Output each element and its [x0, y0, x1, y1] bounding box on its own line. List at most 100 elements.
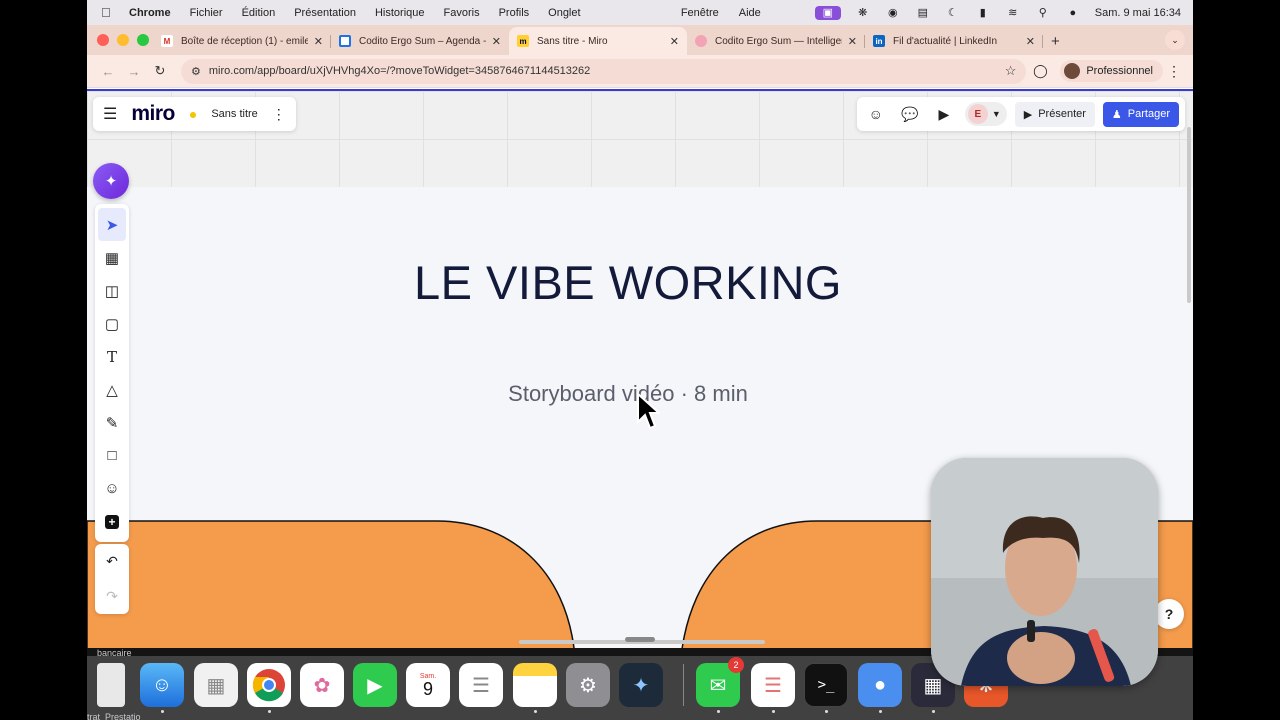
- play-icon: ▶: [1023, 108, 1033, 121]
- menu-fichier[interactable]: Fichier: [190, 7, 223, 19]
- forward-icon[interactable]: →: [121, 64, 147, 79]
- tab-agenda[interactable]: Codito Ergo Sum – Agenda - ✕: [331, 27, 509, 55]
- tab-search-chevron-icon[interactable]: ⌄: [1165, 30, 1185, 50]
- tab-title: Codito Ergo Sum — Intelligen: [715, 35, 842, 47]
- tab-linkedin[interactable]: in Fil d'actualité | LinkedIn ✕: [865, 27, 1043, 55]
- menu-fenetre[interactable]: Fenêtre: [681, 7, 719, 19]
- board-options-icon[interactable]: ⋮: [272, 106, 286, 123]
- clock[interactable]: Sam. 9 mai 16:34: [1095, 7, 1181, 19]
- close-tab-icon[interactable]: ✕: [1026, 35, 1035, 48]
- menu-edition[interactable]: Édition: [242, 7, 276, 19]
- tab-gmail[interactable]: M Boîte de réception (1) - emile ✕: [153, 27, 331, 55]
- layout-icon[interactable]: ◫: [98, 274, 126, 307]
- slide-subtitle[interactable]: Storyboard vidéo · 8 min: [87, 381, 1169, 407]
- calendar-date: 9: [422, 678, 433, 699]
- main-menu-icon[interactable]: ☰: [103, 104, 117, 124]
- url-text[interactable]: miro.com/app/board/uXjVHVhg4Xo=/?moveToW…: [209, 65, 590, 77]
- app-icon-blue[interactable]: ●: [858, 663, 902, 707]
- zoom-window-icon[interactable]: [137, 34, 149, 46]
- screen-record-icon[interactable]: ▣: [814, 5, 841, 20]
- more-tools-icon[interactable]: +: [98, 505, 126, 538]
- close-tab-icon[interactable]: ✕: [492, 35, 501, 48]
- back-icon[interactable]: ←: [95, 64, 121, 79]
- reactions-icon[interactable]: ☺: [863, 101, 889, 127]
- menu-onglet[interactable]: Onglet: [548, 7, 580, 19]
- menu-aide[interactable]: Aide: [739, 7, 761, 19]
- avatar: E: [967, 104, 988, 124]
- chrome-menu-icon[interactable]: ⋮: [1163, 63, 1185, 80]
- present-button[interactable]: ▶ Présenter: [1014, 101, 1095, 127]
- menu-app-name[interactable]: Chrome: [129, 7, 171, 19]
- running-indicator: [772, 710, 775, 713]
- textedit-icon[interactable]: ☰: [751, 663, 795, 707]
- pen-icon[interactable]: ✎: [98, 406, 126, 439]
- miro-logo[interactable]: miro: [131, 102, 175, 126]
- notes-icon[interactable]: [513, 663, 557, 707]
- moon-icon[interactable]: ☾: [945, 6, 961, 20]
- new-tab-icon[interactable]: +: [1051, 33, 1060, 50]
- record-status-icon[interactable]: ◉: [885, 6, 901, 20]
- system-settings-icon[interactable]: ⚙: [566, 663, 610, 707]
- cursor-app-icon[interactable]: ✦: [619, 663, 663, 707]
- close-tab-icon[interactable]: ✕: [314, 35, 323, 48]
- stats-status-icon[interactable]: ▤: [915, 6, 931, 20]
- menu-profils[interactable]: Profils: [499, 7, 530, 19]
- select-tool-icon[interactable]: ➤: [98, 208, 126, 241]
- photos-icon[interactable]: ✿: [300, 663, 344, 707]
- resize-handle[interactable]: [625, 637, 655, 642]
- ai-sparkle-icon[interactable]: ✦: [93, 163, 129, 199]
- menu-historique[interactable]: Historique: [375, 7, 425, 19]
- search-icon[interactable]: ⚲: [1035, 6, 1051, 20]
- board-name[interactable]: Sans titre: [211, 108, 257, 120]
- shapes-icon[interactable]: △: [98, 373, 126, 406]
- messages-icon[interactable]: ✉ 2: [696, 657, 744, 707]
- document-file-icon[interactable]: [97, 663, 125, 707]
- slide-title[interactable]: LE VIBE WORKING: [87, 255, 1169, 310]
- board-header: ☰ miro ● Sans titre ⋮: [93, 97, 296, 131]
- sticky-note-icon[interactable]: ▢: [98, 307, 126, 340]
- reload-icon[interactable]: ↻: [147, 63, 173, 79]
- help-icon[interactable]: ?: [1154, 599, 1184, 629]
- redo-icon[interactable]: ↷: [106, 588, 118, 605]
- webcam-overlay[interactable]: [931, 458, 1158, 686]
- launchpad-icon[interactable]: ▦: [194, 663, 238, 707]
- comments-icon[interactable]: 💬: [897, 101, 923, 127]
- tab-miro[interactable]: m Sans titre - Miro ✕: [509, 27, 687, 55]
- tab-title: Sans titre - Miro: [537, 35, 608, 47]
- templates-icon[interactable]: ▦: [98, 241, 126, 274]
- text-tool-icon[interactable]: T: [98, 340, 126, 373]
- wifi-icon[interactable]: ≋: [1005, 6, 1021, 20]
- undo-icon[interactable]: ↶: [106, 553, 118, 570]
- tab-codito[interactable]: Codito Ergo Sum — Intelligen ✕: [687, 27, 865, 55]
- extensions-icon[interactable]: ◯: [1026, 63, 1054, 79]
- share-button[interactable]: ♟ Partager: [1102, 101, 1179, 127]
- apple-icon[interactable]: : [101, 5, 115, 20]
- collaborators[interactable]: E ▼: [964, 102, 1007, 126]
- sparkle-status-icon[interactable]: ❋: [855, 6, 871, 20]
- vertical-scrollbar[interactable]: [1187, 127, 1191, 303]
- profile-button[interactable]: Professionnel: [1060, 60, 1163, 82]
- calendar-app-icon[interactable]: Sam. 9: [406, 663, 450, 707]
- address-bar[interactable]: ⚙ miro.com/app/board/uXjVHVhg4Xo=/?moveT…: [181, 58, 1027, 84]
- menu-presentation[interactable]: Présentation: [294, 7, 356, 19]
- running-indicator: [932, 710, 935, 713]
- video-call-icon[interactable]: ▶: [931, 101, 957, 127]
- control-center-icon[interactable]: ●: [1065, 6, 1081, 20]
- minimize-window-icon[interactable]: [117, 34, 129, 46]
- close-window-icon[interactable]: [97, 34, 109, 46]
- mouse-cursor-icon: [637, 392, 660, 430]
- finder-icon[interactable]: ☺: [140, 663, 184, 707]
- close-tab-icon[interactable]: ✕: [670, 35, 679, 48]
- frame-icon[interactable]: □: [98, 439, 126, 472]
- stickers-icon[interactable]: ☺: [98, 472, 126, 505]
- site-settings-icon[interactable]: ⚙: [191, 65, 201, 78]
- lightbulb-icon[interactable]: ●: [189, 106, 197, 122]
- facetime-icon[interactable]: ▶: [353, 663, 397, 707]
- terminal-icon[interactable]: >_: [804, 663, 848, 707]
- close-tab-icon[interactable]: ✕: [848, 35, 857, 48]
- chrome-icon[interactable]: [247, 663, 291, 707]
- menu-favoris[interactable]: Favoris: [444, 7, 480, 19]
- battery-icon[interactable]: ▮: [975, 6, 991, 20]
- bookmark-star-icon[interactable]: ☆: [1005, 63, 1017, 79]
- reminders-icon[interactable]: ☰: [459, 663, 503, 707]
